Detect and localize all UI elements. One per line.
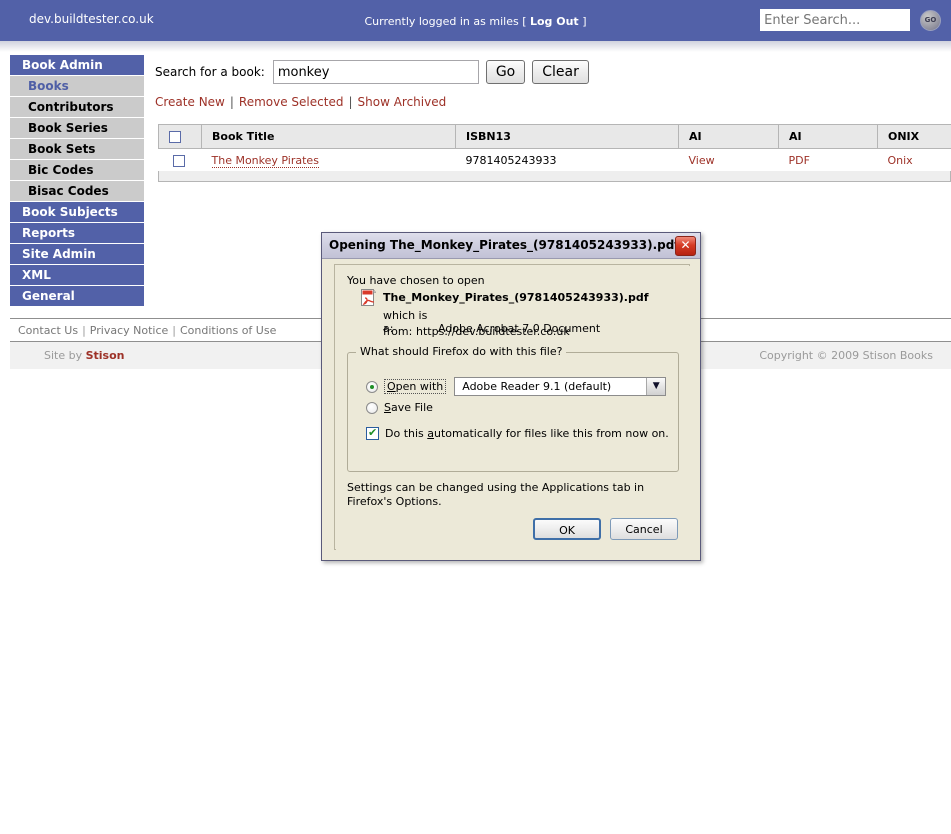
cell-book-title: The Monkey Pirates bbox=[201, 148, 456, 172]
dialog-body: You have chosen to open The_Monkey_Pirat… bbox=[334, 264, 690, 550]
book-search-row: Search for a book: Go Clear bbox=[155, 60, 589, 84]
contact-us-link[interactable]: Contact Us bbox=[18, 324, 78, 337]
copyright-text: Copyright © 2009 Stison Books bbox=[759, 349, 933, 362]
footer-separator-2: | bbox=[172, 324, 176, 337]
ok-button[interactable]: OK bbox=[533, 518, 601, 540]
save-file-radio[interactable] bbox=[366, 401, 378, 414]
sidebar-item-bic-codes[interactable]: Bic Codes bbox=[10, 160, 144, 180]
pdf-file-icon bbox=[361, 289, 376, 306]
column-ai-view[interactable]: AI bbox=[678, 124, 779, 149]
top-header-bar: dev.buildtester.co.uk Currently logged i… bbox=[0, 0, 951, 41]
open-with-row: Open with Adobe Reader 9.1 (default) ▼ bbox=[366, 377, 667, 396]
sidebar-item-contributors[interactable]: Contributors bbox=[10, 97, 144, 117]
sidebar-item-xml[interactable]: XML bbox=[10, 265, 144, 285]
book-search-go-button[interactable]: Go bbox=[485, 60, 526, 84]
file-source-value: https://dev.buildtester.co.uk bbox=[416, 325, 570, 338]
save-file-label-rest: ave File bbox=[390, 401, 433, 414]
download-file-name: The_Monkey_Pirates_(9781405243933).pdf bbox=[383, 291, 649, 304]
save-file-row: Save File bbox=[366, 401, 433, 414]
site-by-prefix: Site by bbox=[44, 349, 86, 362]
row-select-checkbox[interactable] bbox=[172, 155, 185, 167]
action-separator-1: | bbox=[229, 95, 234, 109]
auto-label-post: utomatically for files like this from no… bbox=[434, 427, 669, 440]
dialog-button-row: OK Cancel bbox=[533, 518, 678, 540]
cell-ai-view: View bbox=[678, 148, 779, 172]
global-search-go-button[interactable]: GO bbox=[920, 9, 941, 31]
application-select-value: Adobe Reader 9.1 (default) bbox=[462, 380, 612, 393]
settings-note: Settings can be changed using the Applic… bbox=[347, 481, 645, 508]
chosen-to-open-label: You have chosen to open bbox=[347, 274, 485, 287]
sidebar-item-book-subjects[interactable]: Book Subjects bbox=[10, 202, 144, 222]
sidebar-item-general[interactable]: General bbox=[10, 286, 144, 306]
save-file-label[interactable]: Save File bbox=[384, 401, 433, 414]
remove-selected-link[interactable]: Remove Selected bbox=[239, 95, 344, 109]
chevron-down-icon[interactable]: ▼ bbox=[646, 378, 666, 395]
book-action-links: Create New | Remove Selected | Show Archived bbox=[155, 95, 446, 109]
book-search-clear-button[interactable]: Clear bbox=[532, 60, 589, 84]
cancel-button[interactable]: Cancel bbox=[610, 518, 678, 540]
footer-links: Contact Us | Privacy Notice | Conditions of … bbox=[18, 324, 276, 337]
column-book-title[interactable]: Book Title bbox=[201, 124, 456, 149]
table-header-row: Book Title ISBN13 AI AI ONIX bbox=[158, 124, 951, 149]
table-footer-strip bbox=[158, 171, 951, 182]
cell-ai-pdf: PDF bbox=[778, 148, 878, 172]
sidebar-item-book-sets[interactable]: Book Sets bbox=[10, 139, 144, 159]
sidebar-item-site-admin[interactable]: Site Admin bbox=[10, 244, 144, 264]
application-select[interactable]: Adobe Reader 9.1 (default) ▼ bbox=[454, 377, 667, 396]
login-prefix-text: Currently logged in as miles [ bbox=[364, 15, 530, 28]
table-row: The Monkey Pirates 9781405243933 View PD… bbox=[158, 148, 951, 172]
dialog-content: You have chosen to open The_Monkey_Pirat… bbox=[336, 266, 690, 550]
open-with-label[interactable]: Open with bbox=[384, 379, 447, 394]
book-search-input[interactable] bbox=[272, 60, 479, 84]
logout-link[interactable]: Log Out bbox=[530, 15, 579, 28]
do-this-automatically-row: Do this automatically for files like thi… bbox=[366, 426, 669, 440]
sidebar-item-books[interactable]: Books bbox=[10, 76, 144, 96]
do-this-automatically-label[interactable]: Do this automatically for files like thi… bbox=[385, 427, 669, 440]
action-separator-2: | bbox=[348, 95, 353, 109]
column-ai-pdf[interactable]: AI bbox=[778, 124, 878, 149]
sidebar-item-book-admin[interactable]: Book Admin bbox=[10, 55, 144, 75]
auto-label-accel: a bbox=[427, 427, 435, 440]
column-onix[interactable]: ONIX bbox=[877, 124, 951, 149]
action-fieldset: What should Firefox do with this file? O… bbox=[347, 345, 679, 472]
ai-view-link[interactable]: View bbox=[689, 154, 715, 167]
action-fieldset-legend: What should Firefox do with this file? bbox=[356, 345, 567, 358]
cell-isbn13: 9781405243933 bbox=[455, 148, 679, 172]
book-title-link[interactable]: The Monkey Pirates bbox=[211, 154, 319, 168]
stison-link[interactable]: Stison bbox=[86, 349, 125, 362]
auto-label-pre: Do this bbox=[385, 427, 428, 440]
open-with-radio[interactable] bbox=[366, 380, 378, 393]
conditions-of-use-link[interactable]: Conditions of Use bbox=[180, 324, 276, 337]
global-search-area: GO bbox=[760, 9, 941, 33]
file-source-row: from: https://dev.buildtester.co.uk bbox=[383, 325, 570, 338]
row-select-cell bbox=[158, 148, 202, 172]
onix-link[interactable]: Onix bbox=[888, 154, 913, 167]
books-table: Book Title ISBN13 AI AI ONIX The Monkey … bbox=[158, 124, 951, 172]
show-archived-link[interactable]: Show Archived bbox=[358, 95, 447, 109]
download-dialog: Opening The_Monkey_Pirates_(978140524393… bbox=[321, 232, 701, 561]
privacy-notice-link[interactable]: Privacy Notice bbox=[90, 324, 168, 337]
global-search-input[interactable] bbox=[760, 9, 911, 31]
close-icon[interactable]: ✕ bbox=[675, 236, 696, 256]
sidebar-item-bisac-codes[interactable]: Bisac Codes bbox=[10, 181, 144, 201]
dialog-titlebar[interactable]: Opening The_Monkey_Pirates_(978140524393… bbox=[322, 233, 700, 259]
dialog-title: Opening The_Monkey_Pirates_(978140524393… bbox=[329, 238, 680, 252]
file-source-key: from: bbox=[383, 325, 413, 338]
do-this-automatically-checkbox[interactable] bbox=[366, 426, 379, 440]
create-new-link[interactable]: Create New bbox=[155, 95, 225, 109]
select-all-checkbox[interactable] bbox=[169, 131, 181, 143]
open-with-label-rest: pen with bbox=[395, 380, 444, 393]
footer-separator-1: | bbox=[82, 324, 86, 337]
sidebar-item-reports[interactable]: Reports bbox=[10, 223, 144, 243]
cell-onix: Onix bbox=[877, 148, 951, 172]
column-isbn13[interactable]: ISBN13 bbox=[455, 124, 679, 149]
sidebar-nav: Book Admin Books Contributors Book Serie… bbox=[10, 55, 144, 307]
login-suffix-text: ] bbox=[578, 15, 587, 28]
sidebar-item-book-series[interactable]: Book Series bbox=[10, 118, 144, 138]
ai-pdf-link[interactable]: PDF bbox=[789, 154, 810, 167]
book-search-label: Search for a book: bbox=[155, 65, 265, 79]
site-by-credit: Site by Stison bbox=[44, 349, 125, 362]
column-select-all bbox=[158, 124, 202, 149]
header-gradient-divider bbox=[0, 41, 951, 52]
